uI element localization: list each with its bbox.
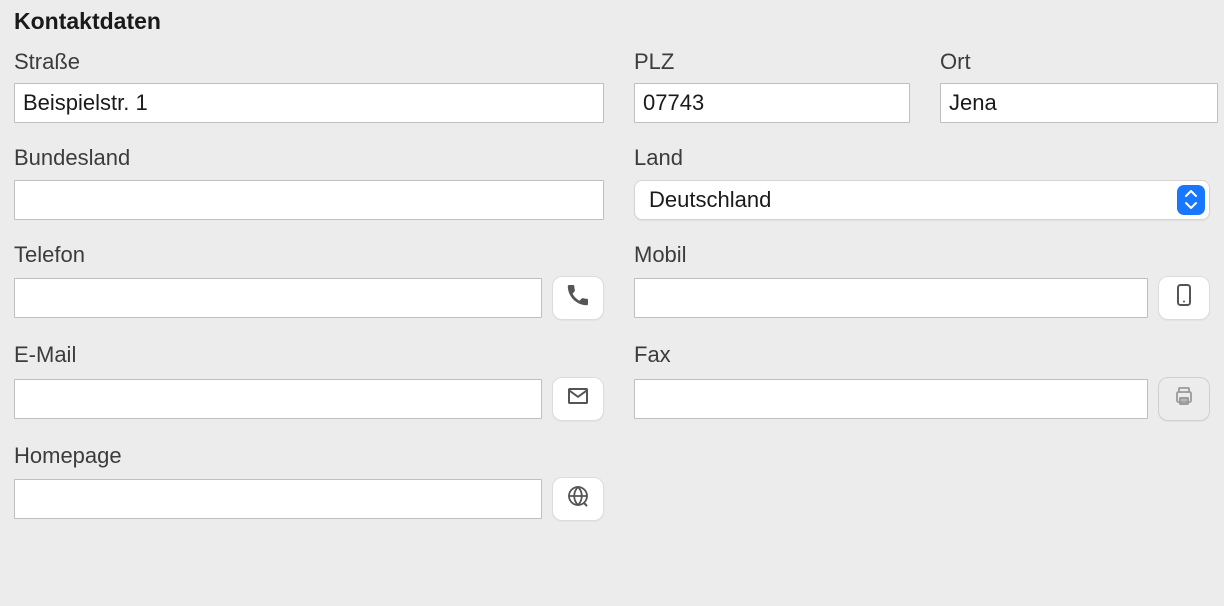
land-label: Land <box>634 145 1210 171</box>
mobil-input[interactable] <box>634 278 1148 318</box>
email-label: E-Mail <box>14 342 604 368</box>
email-send-button[interactable] <box>552 377 604 421</box>
ort-label: Ort <box>940 49 1218 75</box>
telefon-label: Telefon <box>14 242 604 268</box>
street-input[interactable] <box>14 83 604 123</box>
fax-icon <box>1172 384 1196 414</box>
homepage-input[interactable] <box>14 479 542 519</box>
homepage-open-button[interactable] <box>552 477 604 521</box>
plz-input[interactable] <box>634 83 910 123</box>
fax-send-button <box>1158 377 1210 421</box>
mail-icon <box>566 384 590 414</box>
homepage-label: Homepage <box>14 443 604 469</box>
street-label: Straße <box>14 49 604 75</box>
bundesland-label: Bundesland <box>14 145 604 171</box>
bundesland-input[interactable] <box>14 180 604 220</box>
section-title: Kontaktdaten <box>14 8 1210 35</box>
mobil-call-button[interactable] <box>1158 276 1210 320</box>
mobil-label: Mobil <box>634 242 1210 268</box>
phone-icon <box>566 283 590 313</box>
updown-stepper-icon <box>1177 185 1205 215</box>
mobile-phone-icon <box>1172 283 1196 313</box>
land-select[interactable]: Deutschland <box>634 180 1210 220</box>
globe-icon <box>566 484 590 514</box>
land-select-value: Deutschland <box>634 180 1210 220</box>
telefon-input[interactable] <box>14 278 542 318</box>
fax-input[interactable] <box>634 379 1148 419</box>
telefon-call-button[interactable] <box>552 276 604 320</box>
plz-label: PLZ <box>634 49 910 75</box>
fax-label: Fax <box>634 342 1210 368</box>
email-input[interactable] <box>14 379 542 419</box>
ort-input[interactable] <box>940 83 1218 123</box>
